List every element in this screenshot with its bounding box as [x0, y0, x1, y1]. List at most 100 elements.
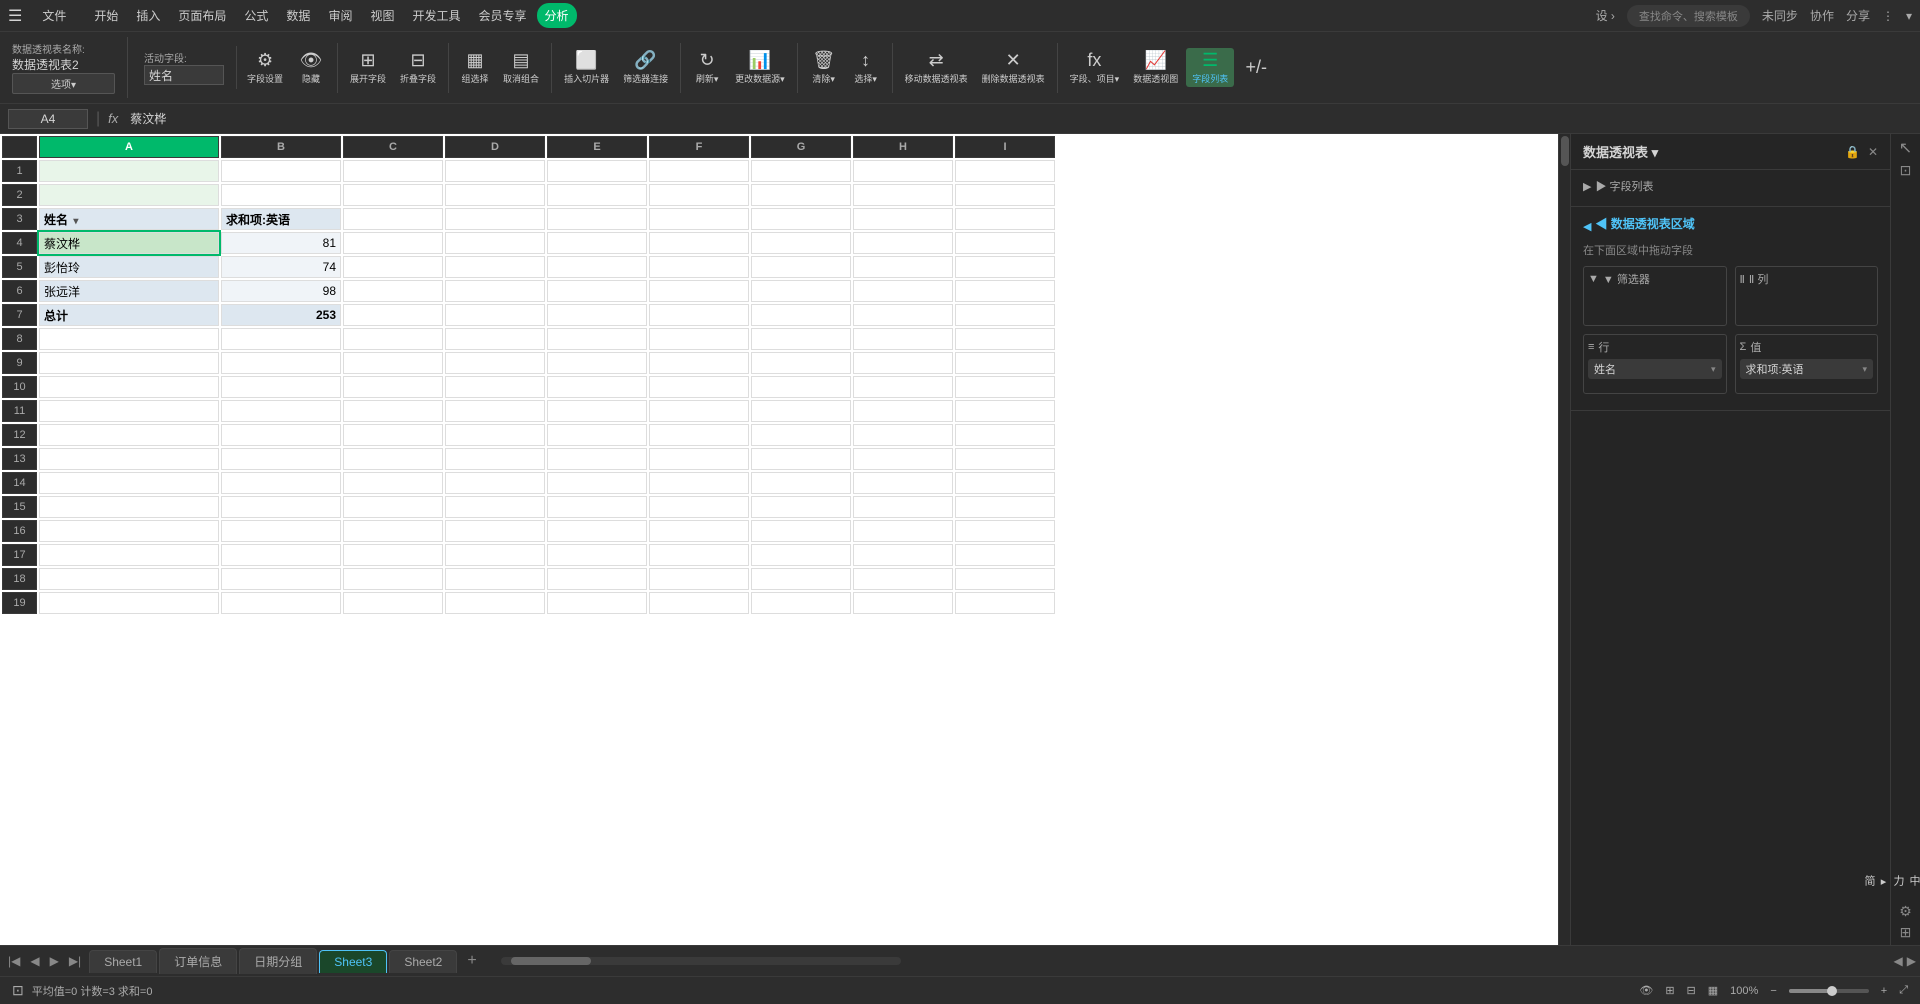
cell-b4[interactable]: 81	[221, 232, 341, 254]
row-field-item[interactable]: 姓名 ▾	[1588, 359, 1722, 379]
view-normal-icon[interactable]: 👁	[1639, 984, 1653, 997]
clear-btn[interactable]: 🗑清除▾	[804, 48, 844, 87]
select-btn[interactable]: ↕选择▾	[846, 48, 886, 87]
cell-d4[interactable]	[445, 232, 545, 254]
col-header-b[interactable]: B	[221, 136, 341, 158]
vertical-scrollbar[interactable]	[1558, 134, 1570, 945]
cell-e4[interactable]	[547, 232, 647, 254]
cell-b1[interactable]	[221, 160, 341, 182]
cell-a5[interactable]: 彭怡玲	[39, 256, 219, 278]
cell-e1[interactable]	[547, 160, 647, 182]
share-button[interactable]: 分享	[1846, 7, 1870, 24]
cell-g4[interactable]	[751, 232, 851, 254]
cell-e6[interactable]	[547, 280, 647, 302]
horizontal-scrollbar-track[interactable]	[501, 957, 901, 965]
cell-i1[interactable]	[955, 160, 1055, 182]
cell-a3[interactable]: 姓名 ▾	[39, 208, 219, 230]
expand-collapse-btn[interactable]: +/-	[1236, 55, 1276, 80]
menu-formula[interactable]: 公式	[236, 3, 276, 28]
cell-h6[interactable]	[853, 280, 953, 302]
cell-g6[interactable]	[751, 280, 851, 302]
cell-b7[interactable]: 253	[221, 304, 341, 326]
panel-title[interactable]: 数据透视表 ▾	[1583, 142, 1658, 161]
fullscreen-icon[interactable]: ⤢	[1899, 984, 1908, 997]
cell-b5[interactable]: 74	[221, 256, 341, 278]
pivot-area-toggle[interactable]: ◀ ◀ 数据透视表区域	[1583, 215, 1878, 238]
cell-b3[interactable]: 求和项:英语	[221, 208, 341, 230]
tab-nav-first[interactable]: |◀	[4, 952, 24, 970]
cell-c1[interactable]	[343, 160, 443, 182]
view-layout-icon[interactable]: ▦	[1708, 984, 1718, 997]
col-header-d[interactable]: D	[445, 136, 545, 158]
col-header-g[interactable]: G	[751, 136, 851, 158]
settings-icon[interactable]: ⚙	[1899, 903, 1912, 920]
menu-review[interactable]: 审阅	[320, 3, 360, 28]
scroll-left-icon[interactable]: ◀	[1894, 954, 1903, 968]
cell-i3[interactable]	[955, 208, 1055, 230]
row-field-dropdown-icon[interactable]: ▾	[1711, 364, 1716, 375]
cell-d2[interactable]	[445, 184, 545, 206]
cell-i4[interactable]	[955, 232, 1055, 254]
grid-area[interactable]: A B C D E F G H I 1	[0, 134, 1558, 945]
horizontal-scroll-area[interactable]	[485, 957, 1894, 965]
cell-a1[interactable]	[39, 160, 219, 182]
cell-g7[interactable]	[751, 304, 851, 326]
col-header-i[interactable]: I	[955, 136, 1055, 158]
menu-data[interactable]: 数据	[278, 3, 318, 28]
cell-e3[interactable]	[547, 208, 647, 230]
col-header-f[interactable]: F	[649, 136, 749, 158]
cell-f7[interactable]	[649, 304, 749, 326]
cell-f1[interactable]	[649, 160, 749, 182]
cell-i6[interactable]	[955, 280, 1055, 302]
horizontal-scrollbar-thumb[interactable]	[511, 957, 591, 965]
vertical-text-panel[interactable]: CH 册 中 力 ▸ 简	[1861, 875, 1920, 895]
tab-order-info[interactable]: 订单信息	[159, 948, 237, 974]
search-command[interactable]: 查找命令、搜索模板	[1627, 5, 1750, 27]
refresh-btn[interactable]: ↻刷新▾	[687, 48, 727, 87]
cell-e7[interactable]	[547, 304, 647, 326]
zoom-slider[interactable]	[1789, 989, 1869, 993]
tab-nav-next[interactable]: ▶	[46, 952, 63, 970]
col-header-h[interactable]: H	[853, 136, 953, 158]
cell-h7[interactable]	[853, 304, 953, 326]
delete-pivot-btn[interactable]: ✕删除数据透视表	[976, 48, 1051, 87]
cell-h5[interactable]	[853, 256, 953, 278]
cell-f4[interactable]	[649, 232, 749, 254]
cell-c4[interactable]	[343, 232, 443, 254]
hide-btn[interactable]: 👁隐藏	[291, 48, 331, 87]
cell-c3[interactable]	[343, 208, 443, 230]
col-header-e[interactable]: E	[547, 136, 647, 158]
value-field-dropdown-icon[interactable]: ▾	[1862, 364, 1867, 375]
cell-i5[interactable]	[955, 256, 1055, 278]
menu-analyze[interactable]: 分析	[537, 3, 577, 28]
cell-f5[interactable]	[649, 256, 749, 278]
cell-f6[interactable]	[649, 280, 749, 302]
scroll-right-icon[interactable]: ▶	[1907, 954, 1916, 968]
cell-d1[interactable]	[445, 160, 545, 182]
cell-i2[interactable]	[955, 184, 1055, 206]
cell-a6[interactable]: 张远洋	[39, 280, 219, 302]
field-settings-btn[interactable]: ⚙字段设置	[241, 48, 289, 87]
panel-lock-icon[interactable]: 🔒	[1845, 145, 1860, 159]
ungroup-btn[interactable]: ▤取消组合	[497, 48, 545, 87]
menu-member[interactable]: 会员专享	[470, 3, 534, 28]
zoom-minus-icon[interactable]: −	[1770, 985, 1776, 997]
view-page-icon[interactable]: ⊞	[1665, 984, 1674, 997]
col-header-c[interactable]: C	[343, 136, 443, 158]
value-field-item[interactable]: 求和项:英语 ▾	[1740, 359, 1874, 379]
collapse-field-btn[interactable]: ⊟折叠字段	[394, 48, 442, 87]
active-field-input[interactable]	[144, 65, 224, 85]
cell-d6[interactable]	[445, 280, 545, 302]
tab-date-group[interactable]: 日期分组	[239, 948, 317, 974]
cell-g2[interactable]	[751, 184, 851, 206]
tab-sheet1[interactable]: Sheet1	[89, 950, 157, 973]
add-sheet-button[interactable]: +	[459, 948, 484, 974]
group-select-btn[interactable]: ▦组选择	[455, 48, 495, 87]
cell-d3[interactable]	[445, 208, 545, 230]
cell-e5[interactable]	[547, 256, 647, 278]
tab-nav-last[interactable]: ▶|	[65, 952, 85, 970]
minimize-icon[interactable]: ▾	[1906, 9, 1912, 23]
cell-b2[interactable]	[221, 184, 341, 206]
cell-g5[interactable]	[751, 256, 851, 278]
cell-d7[interactable]	[445, 304, 545, 326]
